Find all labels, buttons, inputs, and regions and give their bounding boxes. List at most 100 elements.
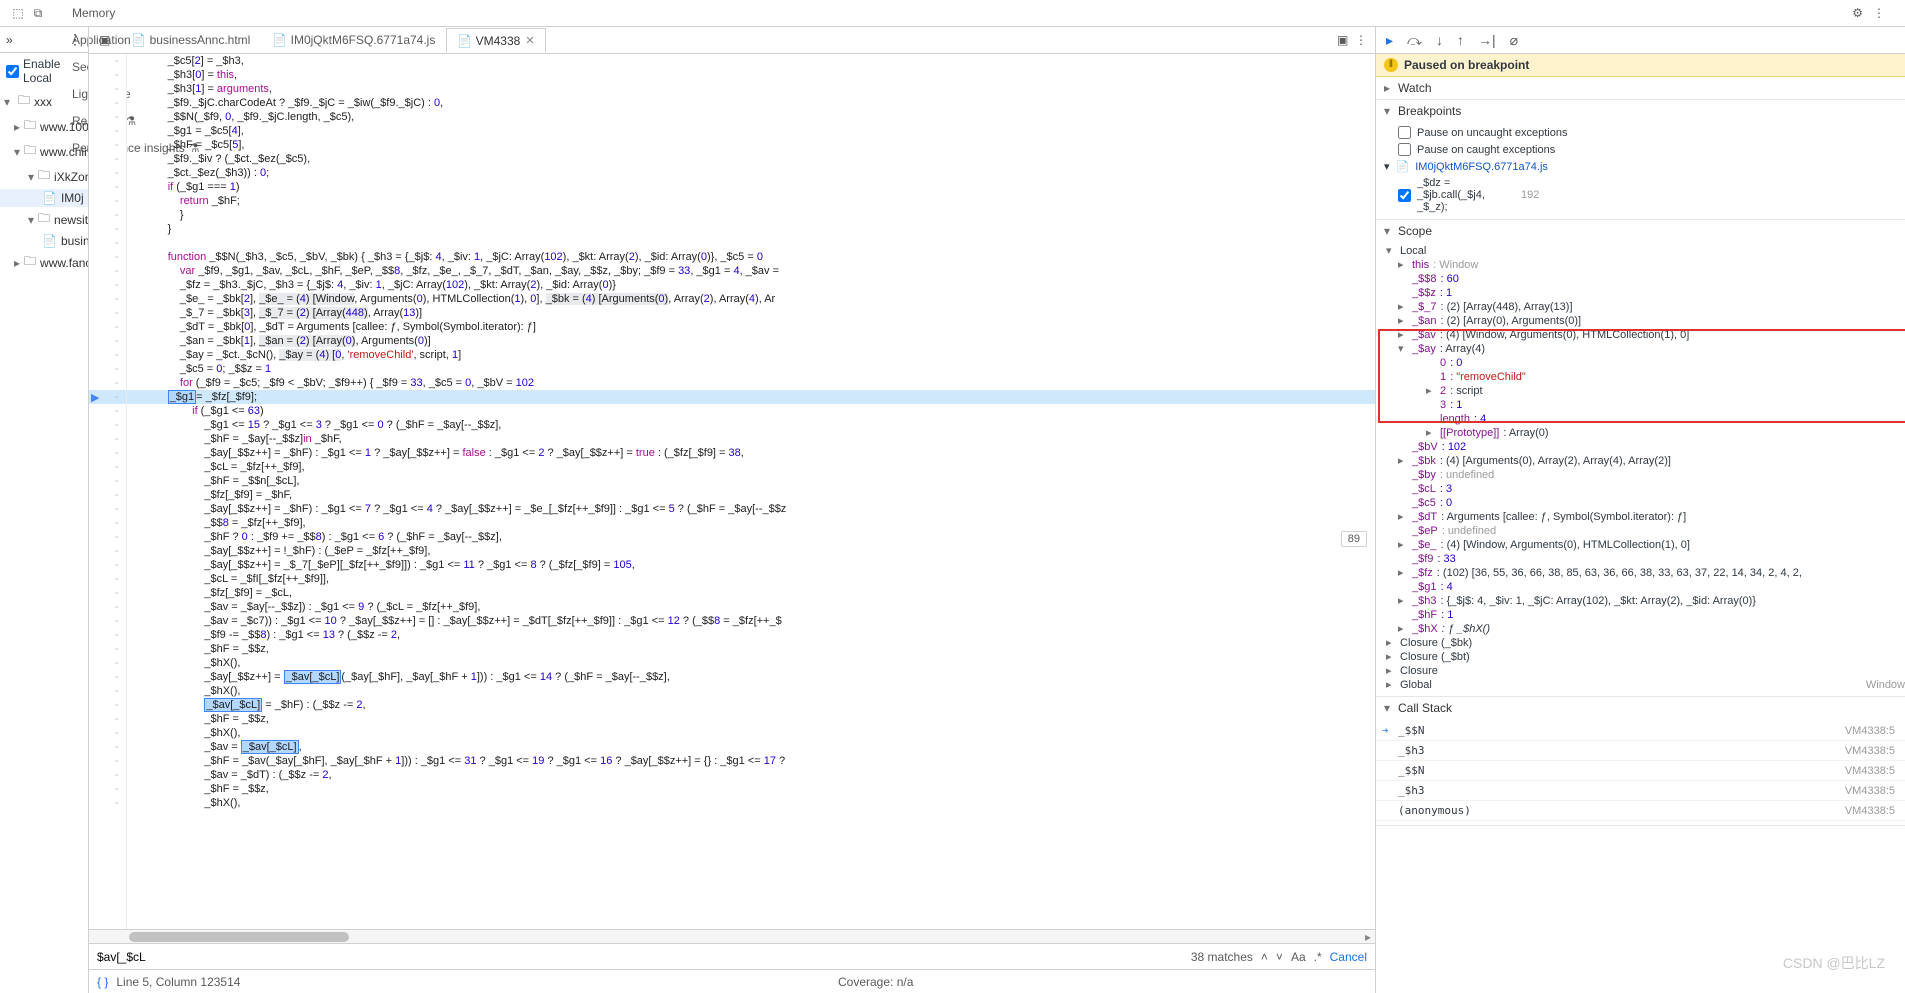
- scope-prop[interactable]: 3: 1: [1376, 398, 1905, 412]
- settings-toolbar: ⚙ ⋮: [1852, 6, 1905, 20]
- tab-memory[interactable]: Memory: [62, 0, 209, 27]
- scope-prop[interactable]: ▸this: Window: [1376, 258, 1905, 272]
- scope-prop[interactable]: ▸_$bk: (4) [Arguments(0), Array(2), Arra…: [1376, 454, 1905, 468]
- cursor-position: Line 5, Column 123514: [116, 975, 240, 989]
- watermark: CSDN @巴比LZ: [1783, 953, 1885, 973]
- scope-closure[interactable]: ▸Closure: [1376, 664, 1905, 678]
- regex-toggle[interactable]: .*: [1314, 950, 1322, 964]
- match-case-toggle[interactable]: Aa: [1291, 950, 1306, 964]
- scope-prop[interactable]: ▸_$_7: (2) [Array(448), Array(13)]: [1376, 300, 1905, 314]
- step-out-button[interactable]: ↑: [1457, 32, 1464, 48]
- step-button[interactable]: →|: [1478, 32, 1496, 48]
- navigator-more-icon[interactable]: ⋮: [68, 31, 82, 48]
- tree-item[interactable]: ▸🗀 www.fanc: [0, 250, 88, 275]
- tree-file[interactable]: 📄 busin: [0, 232, 88, 250]
- pause-uncaught-checkbox[interactable]: Pause on uncaught exceptions: [1376, 124, 1905, 141]
- tree-root[interactable]: ▾🗀 xxx: [0, 89, 88, 114]
- navigator-sidebar: » ⋮ Enable Local ▾🗀 xxx ▸🗀 www.100 ▾🗀 ww…: [0, 27, 89, 993]
- scope-prop[interactable]: ▸[[Prototype]]: Array(0): [1376, 426, 1905, 440]
- scope-prop[interactable]: 1: "removeChild": [1376, 370, 1905, 384]
- search-bar: 38 matches ˄ ˅ Aa .* Cancel: [89, 943, 1375, 969]
- scope-prop[interactable]: ▸_$fz: (102) [36, 55, 36, 66, 38, 85, 63…: [1376, 566, 1905, 580]
- horizontal-scrollbar[interactable]: ▸: [89, 929, 1375, 943]
- call-stack-section[interactable]: ▾Call Stack: [1376, 697, 1905, 719]
- navigator-chevrons-icon[interactable]: »: [6, 33, 13, 47]
- cancel-button[interactable]: Cancel: [1330, 950, 1367, 964]
- scope-prop[interactable]: _$c5: 0: [1376, 496, 1905, 510]
- stack-frame[interactable]: _$$NVM4338:5: [1376, 761, 1905, 781]
- scope-prop[interactable]: ▸_$an: (2) [Array(0), Arguments(0)]: [1376, 314, 1905, 328]
- stack-frame[interactable]: (anonymous)VM4338:5: [1376, 801, 1905, 821]
- more-icon[interactable]: ⋮: [1873, 6, 1885, 20]
- show-nav-icon[interactable]: ▣: [95, 33, 114, 47]
- file-tab[interactable]: 📄 IM0jQktM6FSQ.6771a74.js: [261, 28, 446, 52]
- close-icon[interactable]: ✕: [525, 34, 534, 47]
- scope-prop[interactable]: _$hF: 1: [1376, 608, 1905, 622]
- scope-prop[interactable]: 0: 0: [1376, 356, 1905, 370]
- inspect-icon[interactable]: ⬚: [8, 6, 28, 20]
- scroll-thumb[interactable]: [129, 932, 349, 942]
- breakpoint-line[interactable]: _$dz = _$jb.call(_$j4, _$_z);192: [1376, 175, 1905, 215]
- scope-prop[interactable]: _$by: undefined: [1376, 468, 1905, 482]
- paused-text: Paused on breakpoint: [1404, 58, 1529, 72]
- scope-prop[interactable]: _$eP: undefined: [1376, 524, 1905, 538]
- stack-frame[interactable]: _$$NVM4338:5: [1376, 721, 1905, 741]
- code-area[interactable]: _$c5[2] = _$h3, _$h3[0] = this, _$h3[1] …: [127, 54, 1375, 929]
- breakpoint-file[interactable]: ▾📄 IM0jQktM6FSQ.6771a74.js: [1376, 158, 1905, 175]
- editor-status-bar: { } Line 5, Column 123514 Coverage: n/a: [89, 969, 1375, 993]
- coverage-status: Coverage: n/a: [838, 975, 1367, 989]
- scope-prop[interactable]: ▸2: script: [1376, 384, 1905, 398]
- scope-prop[interactable]: ▸_$h3: {_$j$: 4, _$iv: 1, _$jC: Array(10…: [1376, 594, 1905, 608]
- scope-closure[interactable]: ▸Closure (_$bk): [1376, 636, 1905, 650]
- breakpoints-section[interactable]: ▾Breakpoints: [1376, 100, 1905, 122]
- step-into-button[interactable]: ↓: [1436, 32, 1443, 48]
- pretty-print-button[interactable]: { }: [97, 975, 108, 989]
- match-count: 38 matches: [1191, 950, 1253, 964]
- line-gutter[interactable]: ------------------------▶---------------…: [89, 54, 127, 929]
- scope-prop[interactable]: ▸_$hX: ƒ _$hX(): [1376, 622, 1905, 636]
- scope-section[interactable]: ▾Scope: [1376, 220, 1905, 242]
- scope-closure[interactable]: ▸Closure (_$bt): [1376, 650, 1905, 664]
- scope-prop[interactable]: _$bV: 102: [1376, 440, 1905, 454]
- debugger-toolbar: ▸ ⤼ ↓ ↑ →| ⌀: [1376, 27, 1905, 54]
- scope-prop[interactable]: _$$8: 60: [1376, 272, 1905, 286]
- scope-prop[interactable]: length: 4: [1376, 412, 1905, 426]
- tree-file-active[interactable]: 📄 IM0j: [0, 189, 88, 207]
- tree-item[interactable]: ▾🗀 newsite: [0, 207, 88, 232]
- stack-frame[interactable]: _$h3VM4338:5: [1376, 741, 1905, 761]
- tree-item[interactable]: ▸🗀 www.100: [0, 114, 88, 139]
- scope-closure[interactable]: ▸GlobalWindow: [1376, 678, 1905, 692]
- tree-item[interactable]: ▾🗀 www.chin: [0, 139, 88, 164]
- scope-prop[interactable]: _$cL: 3: [1376, 482, 1905, 496]
- scope-prop[interactable]: ▸_$e_: (4) [Window, Arguments(0), HTMLCo…: [1376, 538, 1905, 552]
- pause-icon: ‖: [1384, 58, 1398, 72]
- search-input[interactable]: [97, 950, 1183, 964]
- editor-toolbar-right: ▣ ⋮: [1337, 33, 1375, 47]
- gear-icon[interactable]: ⚙: [1852, 6, 1863, 20]
- scope-prop[interactable]: ▾_$ay: Array(4): [1376, 342, 1905, 356]
- debugger-panel: ▸ ⤼ ↓ ↑ →| ⌀ ‖ Paused on breakpoint ▸Wat…: [1376, 27, 1905, 993]
- watch-section[interactable]: ▸Watch: [1376, 77, 1905, 99]
- file-tab[interactable]: 📄 VM4338 ✕: [446, 28, 545, 53]
- scope-prop[interactable]: _$f9: 33: [1376, 552, 1905, 566]
- device-icon[interactable]: ⧉: [28, 6, 48, 21]
- paused-banner: ‖ Paused on breakpoint: [1376, 54, 1905, 77]
- scope-prop[interactable]: ▸_$av: (4) [Window, Arguments(0), HTMLCo…: [1376, 328, 1905, 342]
- file-tab[interactable]: 📄 businessAnnc.html: [120, 28, 261, 52]
- next-match-icon[interactable]: ˅: [1276, 950, 1283, 964]
- resume-button[interactable]: ▸: [1386, 32, 1393, 49]
- scope-prop[interactable]: _$g1: 4: [1376, 580, 1905, 594]
- pause-caught-checkbox[interactable]: Pause on caught exceptions: [1376, 141, 1905, 158]
- stack-frame[interactable]: _$h3VM4338:5: [1376, 781, 1905, 801]
- scope-local[interactable]: ▾Local: [1376, 244, 1905, 258]
- enable-local-checkbox[interactable]: Enable Local: [0, 53, 88, 89]
- source-editor-panel: ▣ 📄 businessAnnc.html📄 IM0jQktM6FSQ.6771…: [89, 27, 1376, 993]
- scope-prop[interactable]: _$$z: 1: [1376, 286, 1905, 300]
- scope-prop[interactable]: ▸_$dT: Arguments [callee: ƒ, Symbol(Symb…: [1376, 510, 1905, 524]
- prev-match-icon[interactable]: ˄: [1261, 950, 1268, 964]
- step-over-button[interactable]: ⤼: [1407, 32, 1422, 49]
- tree-item[interactable]: ▾🗀 iXkZon: [0, 164, 88, 189]
- devtools-tab-bar: ⬚ ⧉ ElementsConsoleSources▲ NetworkPerfo…: [0, 0, 1905, 27]
- more-icon[interactable]: ⋮: [1355, 33, 1367, 47]
- deactivate-bp-button[interactable]: ⌀: [1510, 32, 1518, 49]
